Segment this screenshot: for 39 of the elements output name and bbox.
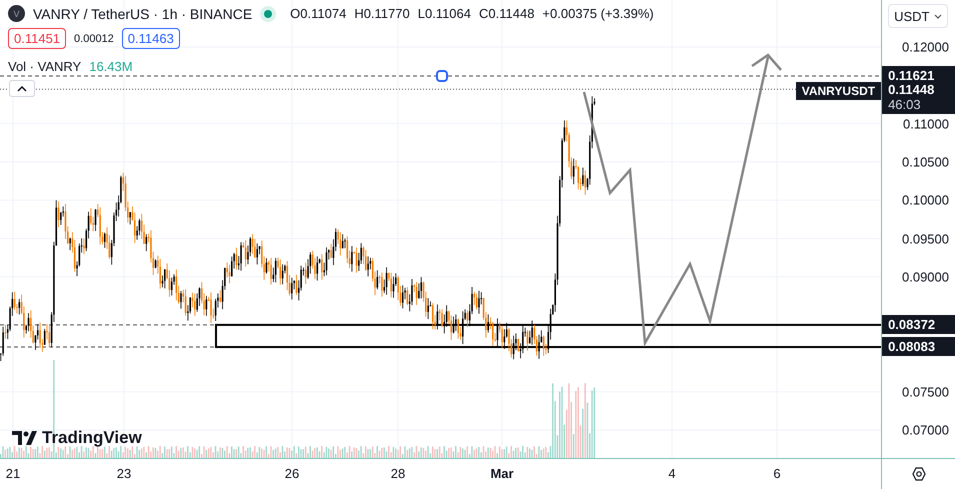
ohlc-value: O0.11074 [290,6,346,21]
price-tick: 0.07000 [902,422,949,438]
symbol-logo: V [8,5,25,22]
time-tick: 23 [116,466,132,481]
ask-price[interactable]: 0.11463 [122,28,180,49]
bid-price[interactable]: 0.11451 [8,28,66,49]
ohlc-value: H0.11770 [354,6,410,21]
price-tick: 0.09000 [902,269,949,284]
price-tag: 0.08372 [882,314,955,334]
price-tick: 0.11000 [902,116,949,132]
price-tick: 0.10000 [902,192,949,208]
time-tick: 21 [6,466,20,481]
spread: 0.00012 [74,32,114,44]
ohlc-value: L0.11064 [418,6,471,21]
price-tick: 0.10500 [902,154,949,170]
line-handle[interactable] [436,70,448,82]
time-tick: 6 [773,466,781,481]
price-tag: 0.08083 [882,337,955,356]
time-tick: 28 [390,466,406,481]
chevron-icon [934,14,942,18]
volume-value: 16.43M [89,59,133,74]
volume-label: Vol · VANRY [8,59,82,74]
logo-text: TradingView [42,428,142,448]
price-tick: 0.12000 [902,40,949,54]
time-tick: 4 [668,466,676,481]
caret-icon [17,86,27,92]
time-tick: Mar [490,466,514,481]
settings-icon[interactable] [910,466,927,482]
price-tick: 0.07500 [902,384,949,400]
price-tick: 0.09500 [902,231,949,246]
symbol-tag: VANRYUSDT [796,82,882,100]
price-change: +0.00375 (+3.39%) [542,6,654,21]
brand-logo[interactable]: TradingView [12,428,142,448]
logo-icon [12,431,38,445]
time-tick: 26 [284,466,300,481]
ohlc-value: C0.11448 [479,6,534,21]
symbol-title[interactable]: VANRY / TetherUS · 1h · BINANCE [33,6,252,22]
collapse-button[interactable] [9,80,35,97]
currency-select[interactable]: USDT [888,4,948,28]
